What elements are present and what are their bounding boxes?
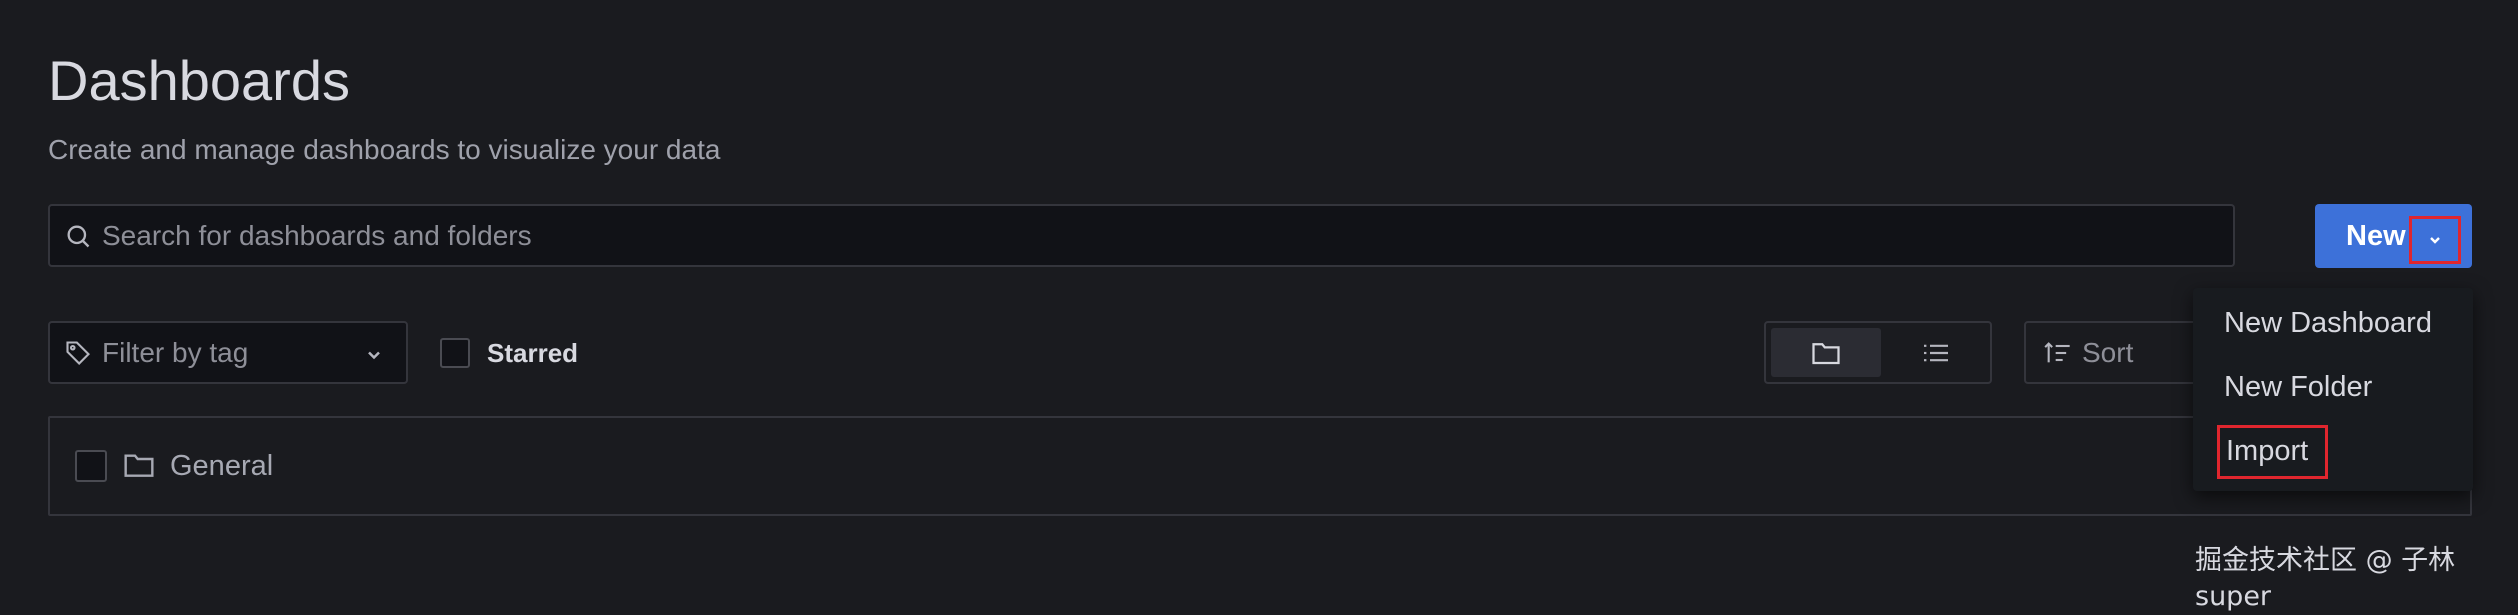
new-dropdown-menu: New Dashboard New Folder Import xyxy=(2193,288,2473,491)
folder-row-checkbox[interactable] xyxy=(75,450,107,482)
folder-icon xyxy=(1812,342,1840,364)
list-view-button[interactable] xyxy=(1884,328,1988,377)
starred-checkbox[interactable] xyxy=(440,338,470,368)
search-input[interactable] xyxy=(92,219,2233,252)
menu-item-new-dashboard[interactable]: New Dashboard xyxy=(2224,305,2432,341)
menu-item-import[interactable]: Import xyxy=(2226,433,2308,469)
sort-icon xyxy=(2044,341,2070,362)
tag-icon xyxy=(66,340,90,365)
sort-placeholder: Sort xyxy=(2082,336,2134,368)
tag-filter[interactable]: Filter by tag xyxy=(48,321,408,384)
folder-row-label[interactable]: General xyxy=(170,448,273,484)
folder-row-general[interactable]: General xyxy=(48,416,2472,516)
tag-filter-placeholder: Filter by tag xyxy=(102,336,249,368)
new-button[interactable]: New xyxy=(2315,204,2472,268)
folder-view-button[interactable] xyxy=(1771,328,1881,377)
view-toggle xyxy=(1764,321,1992,384)
search-box[interactable] xyxy=(48,204,2235,267)
list-icon xyxy=(1924,344,1948,361)
page-subtitle: Create and manage dashboards to visualiz… xyxy=(48,134,721,165)
page-title: Dashboards xyxy=(48,49,350,112)
new-button-label: New xyxy=(2346,219,2406,252)
import-highlight: Import xyxy=(2217,425,2328,479)
watermark: 掘金技术社区 @ 子林super xyxy=(2195,545,2456,612)
menu-item-new-folder[interactable]: New Folder xyxy=(2224,369,2372,405)
chevron-down-icon xyxy=(368,351,380,360)
starred-label[interactable]: Starred xyxy=(487,336,578,370)
search-icon xyxy=(67,225,90,247)
new-menu-toggle[interactable] xyxy=(2409,216,2461,264)
folder-icon xyxy=(124,454,154,477)
chevron-down-icon xyxy=(2430,237,2440,244)
